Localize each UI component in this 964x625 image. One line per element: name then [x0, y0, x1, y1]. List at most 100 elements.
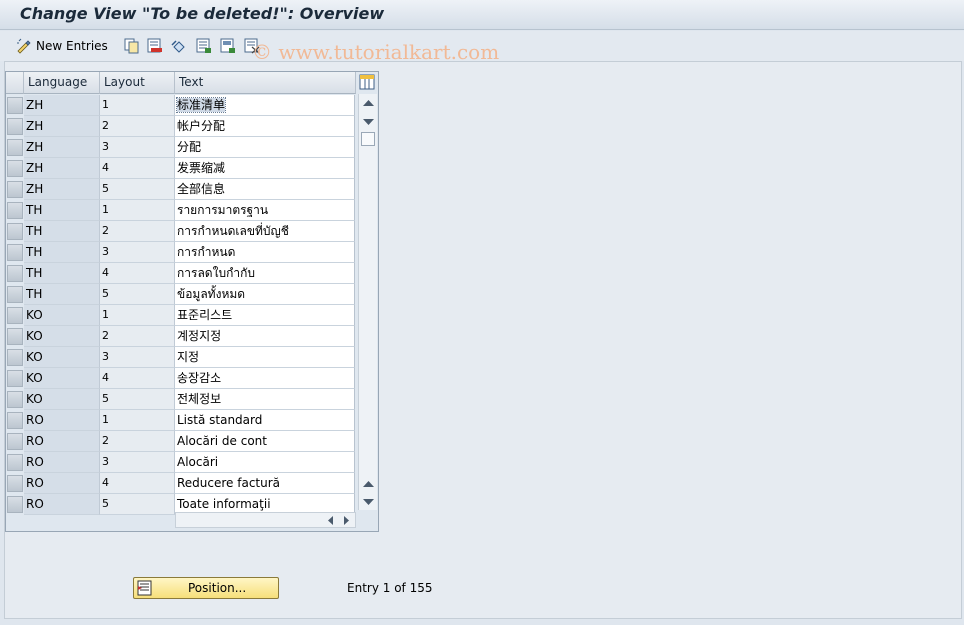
select-all-icon[interactable]	[196, 38, 212, 54]
copy-icon[interactable]	[124, 38, 140, 54]
table-row[interactable]: KO 1 표준리스트	[6, 305, 356, 326]
page-down-up-icon[interactable]	[363, 480, 374, 488]
row-selector[interactable]	[7, 370, 23, 387]
cell-text-value: Alocări	[177, 455, 219, 469]
new-entries-label: New Entries	[36, 39, 108, 53]
cell-text-input[interactable]: รายการมาตรฐาน	[175, 200, 355, 221]
position-button[interactable]: Position...	[133, 577, 279, 599]
row-selector[interactable]	[7, 307, 23, 324]
table-row[interactable]: KO 2 계정지정	[6, 326, 356, 347]
cell-language: TH	[24, 242, 100, 263]
cell-text-input[interactable]: 계정지정	[175, 326, 355, 347]
page-up-icon[interactable]	[363, 118, 374, 126]
table-row[interactable]: KO 4 송장감소	[6, 368, 356, 389]
horizontal-scrollbar[interactable]	[175, 512, 356, 528]
row-selector[interactable]	[7, 349, 23, 366]
cell-language: KO	[24, 368, 100, 389]
row-selector[interactable]	[7, 118, 23, 135]
cell-language: TH	[24, 284, 100, 305]
table-row[interactable]: ZH 1 标准清单	[6, 95, 356, 116]
table-row[interactable]: RO 2 Alocări de cont	[6, 431, 356, 452]
cell-text-input[interactable]: 分配	[175, 137, 355, 158]
table-row[interactable]: RO 4 Reducere factură	[6, 473, 356, 494]
cell-text-input[interactable]: Alocări de cont	[175, 431, 355, 452]
scroll-down-icon[interactable]	[363, 498, 374, 506]
row-selector[interactable]	[7, 223, 23, 240]
cell-language: TH	[24, 221, 100, 242]
table-row[interactable]: RO 1 Listă standard	[6, 410, 356, 431]
scroll-thumb[interactable]	[361, 132, 375, 146]
row-selector[interactable]	[7, 391, 23, 408]
cell-text-input[interactable]: การลดใบกำกับ	[175, 263, 355, 284]
cell-text-input[interactable]: Alocări	[175, 452, 355, 473]
table-row[interactable]: KO 3 지정	[6, 347, 356, 368]
delete-icon[interactable]	[147, 38, 163, 54]
cell-layout: 3	[100, 452, 175, 473]
table-row[interactable]: TH 2 การกำหนดเลขที่บัญชี	[6, 221, 356, 242]
cell-text-input[interactable]: Reducere factură	[175, 473, 355, 494]
scroll-right-icon[interactable]	[343, 516, 350, 525]
cell-text-input[interactable]: 전체정보	[175, 389, 355, 410]
scroll-up-icon[interactable]	[363, 99, 374, 107]
row-selector[interactable]	[7, 454, 23, 471]
cell-text-input[interactable]: 표준리스트	[175, 305, 355, 326]
cell-layout: 4	[100, 473, 175, 494]
cell-layout: 2	[100, 431, 175, 452]
column-header-layout[interactable]: Layout	[100, 72, 175, 94]
cell-layout: 3	[100, 347, 175, 368]
row-selector[interactable]	[7, 181, 23, 198]
new-entries-button[interactable]: New Entries	[16, 38, 108, 54]
cell-language: KO	[24, 326, 100, 347]
cell-text-input[interactable]: 发票缩减	[175, 158, 355, 179]
table-row[interactable]: ZH 2 帐户分配	[6, 116, 356, 137]
cell-language: ZH	[24, 95, 100, 116]
cell-text-input[interactable]: ข้อมูลทั้งหมด	[175, 284, 355, 305]
cell-text-input[interactable]: 지정	[175, 347, 355, 368]
row-selector[interactable]	[7, 97, 23, 114]
table-row[interactable]: TH 1 รายการมาตรฐาน	[6, 200, 356, 221]
table-row[interactable]: ZH 3 分配	[6, 137, 356, 158]
cell-layout: 2	[100, 221, 175, 242]
undo-icon[interactable]	[171, 38, 187, 54]
select-all-rows-header[interactable]	[6, 72, 24, 94]
row-selector[interactable]	[7, 244, 23, 261]
cell-language: ZH	[24, 137, 100, 158]
entry-counter: Entry 1 of 155	[347, 581, 433, 595]
column-header-text[interactable]: Text	[175, 72, 356, 94]
table-settings-icon[interactable]	[359, 74, 375, 90]
cell-text-input[interactable]: 标准清单	[175, 95, 355, 116]
scroll-left-icon[interactable]	[327, 516, 334, 525]
cell-text-input[interactable]: การกำหนด	[175, 242, 355, 263]
row-selector[interactable]	[7, 160, 23, 177]
cell-text-input[interactable]: 송장감소	[175, 368, 355, 389]
vertical-scrollbar[interactable]	[358, 94, 377, 510]
table-row[interactable]: RO 3 Alocări	[6, 452, 356, 473]
table-row[interactable]: KO 5 전체정보	[6, 389, 356, 410]
select-block-icon[interactable]	[220, 38, 236, 54]
cell-text-input[interactable]: Listă standard	[175, 410, 355, 431]
row-selector[interactable]	[7, 202, 23, 219]
cell-text-input[interactable]: 全部信息	[175, 179, 355, 200]
cell-language: RO	[24, 473, 100, 494]
cell-layout: 4	[100, 158, 175, 179]
row-selector[interactable]	[7, 412, 23, 429]
row-selector[interactable]	[7, 286, 23, 303]
column-header-language[interactable]: Language	[24, 72, 100, 94]
table-row[interactable]: TH 3 การกำหนด	[6, 242, 356, 263]
row-selector[interactable]	[7, 328, 23, 345]
row-selector[interactable]	[7, 433, 23, 450]
table-row[interactable]: ZH 5 全部信息	[6, 179, 356, 200]
cell-layout: 2	[100, 326, 175, 347]
table-row[interactable]: TH 4 การลดใบกำกับ	[6, 263, 356, 284]
row-selector[interactable]	[7, 265, 23, 282]
table-row[interactable]: TH 5 ข้อมูลทั้งหมด	[6, 284, 356, 305]
row-selector[interactable]	[7, 475, 23, 492]
cell-text-value: 계정지정	[177, 329, 222, 343]
table-row[interactable]: ZH 4 发票缩减	[6, 158, 356, 179]
row-selector[interactable]	[7, 496, 23, 513]
cell-language: TH	[24, 200, 100, 221]
cell-text-input[interactable]: 帐户分配	[175, 116, 355, 137]
cell-text-input[interactable]: การกำหนดเลขที่บัญชี	[175, 221, 355, 242]
row-selector[interactable]	[7, 139, 23, 156]
cell-layout: 1	[100, 410, 175, 431]
